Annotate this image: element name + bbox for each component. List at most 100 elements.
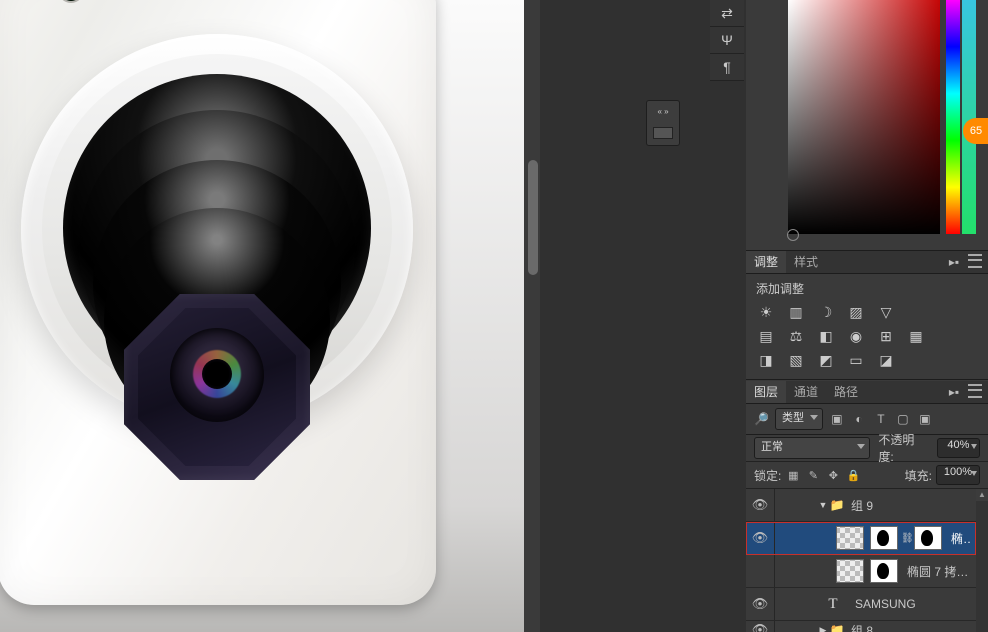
folder-toggle-icon[interactable]: ▼ <box>817 500 829 510</box>
tab-styles[interactable]: 样式 <box>786 251 826 273</box>
type-layer-icon: T <box>820 593 846 615</box>
saturation-value-field[interactable] <box>788 0 940 234</box>
blend-mode-value: 正常 <box>761 441 783 453</box>
tab-paths[interactable]: 路径 <box>826 381 866 403</box>
layer-thumb[interactable] <box>836 559 864 583</box>
selective-color-icon[interactable]: ◪ <box>876 351 896 369</box>
panel-menu-icon[interactable] <box>968 254 982 268</box>
blend-row: 正常 不透明度: 40% <box>746 435 988 462</box>
camera-body-shape: SAMSUNG <box>0 0 436 605</box>
lock-position-icon[interactable]: ✥ <box>825 467 841 483</box>
eye-icon[interactable]: 👁 <box>746 522 775 554</box>
collapse-icon[interactable]: ▸▪ <box>946 384 962 400</box>
lock-all-icon[interactable]: 🔒 <box>845 467 861 483</box>
paragraph-icon[interactable]: ¶ <box>710 54 744 81</box>
lock-transparency-icon[interactable]: ▦ <box>785 467 801 483</box>
opacity-field[interactable]: 40% <box>937 438 980 458</box>
fill-label: 填充: <box>905 467 932 484</box>
collapsed-panel-toggle[interactable]: « » <box>646 100 680 146</box>
caret-down-icon <box>971 471 977 476</box>
collapse-icon[interactable]: ▸▪ <box>946 254 962 270</box>
folder-icon: 📁 <box>829 497 845 513</box>
layer-thumb[interactable] <box>836 526 864 550</box>
gradient-map-icon[interactable]: ▭ <box>846 351 866 369</box>
usb-icon[interactable]: Ψ <box>710 27 744 54</box>
filter-type-icon[interactable]: T <box>873 411 889 427</box>
threshold-icon[interactable]: ◩ <box>816 351 836 369</box>
collapse-arrows-icon: « » <box>657 107 668 116</box>
adjust-icon-grid: ☀ ▥ ☽ ▨ ▽ ▤ ⚖ ◧ ◉ ⊞ ▦ ◨ <box>746 301 988 380</box>
eye-icon[interactable]: 👁 <box>746 621 775 632</box>
vertical-tool-strip: ⇄ Ψ ¶ <box>710 0 744 81</box>
collapsed-dock-strip: « » ⇄ Ψ ¶ <box>540 0 746 632</box>
eye-icon[interactable]: 👁 <box>746 489 775 521</box>
lock-pixels-icon[interactable]: ✎ <box>805 467 821 483</box>
caret-down-icon <box>971 444 977 449</box>
invert-icon[interactable]: ◨ <box>756 351 776 369</box>
eye-icon[interactable]: 👁 <box>746 588 775 620</box>
color-picker-panel: 65 <box>746 0 988 251</box>
layer-row-samsung[interactable]: 👁 T SAMSUNG <box>746 588 976 621</box>
brightness-icon[interactable]: ☀ <box>756 303 776 321</box>
brand-text: SAMSUNG <box>109 0 228 4</box>
sv-picker-handle[interactable] <box>787 229 799 241</box>
filter-pixel-icon[interactable]: ▣ <box>829 411 845 427</box>
mask-link-icon[interactable]: ⛓ <box>901 533 911 544</box>
search-icon[interactable]: 🔎 <box>754 412 769 426</box>
layer-list-wrap: 👁 ▼ 📁 组 9 👁 ⛓ 椭圆 7 ... <box>746 489 988 632</box>
tab-adjust[interactable]: 调整 <box>746 251 786 273</box>
layer-mask-thumb[interactable] <box>870 559 898 583</box>
scroll-up-icon[interactable]: ▲ <box>976 489 988 501</box>
tab-layers[interactable]: 图层 <box>746 381 786 403</box>
vibrance-icon[interactable]: ▽ <box>876 303 896 321</box>
layer-row-group9[interactable]: 👁 ▼ 📁 组 9 <box>746 489 976 522</box>
bw-icon[interactable]: ◧ <box>816 327 836 345</box>
layer-row-ellipse7copy2[interactable]: 椭圆 7 拷贝 2 <box>746 555 976 588</box>
channel-mixer-icon[interactable]: ⊞ <box>876 327 896 345</box>
canvas-scroll-thumb[interactable] <box>528 160 538 275</box>
posterize-icon[interactable]: ▧ <box>786 351 806 369</box>
canvas-scrollbar[interactable] <box>524 0 540 632</box>
value-badge: 65 <box>963 118 988 144</box>
layer-mask-thumb-2[interactable] <box>914 526 942 550</box>
photo-filter-icon[interactable]: ◉ <box>846 327 866 345</box>
filter-type-select[interactable]: 类型 <box>775 408 823 430</box>
panel-menu-icon[interactable] <box>968 384 982 398</box>
hue-slider[interactable] <box>946 0 960 234</box>
fill-value: 100% <box>944 466 972 478</box>
canvas-area[interactable]: SAMSUNG <box>0 0 540 632</box>
panel-stack: 65 调整 样式 ▸▪ 添加调整 ☀ ▥ ☽ <box>746 0 988 632</box>
color-balance-icon[interactable]: ⚖ <box>786 327 806 345</box>
fill-field[interactable]: 100% <box>936 465 980 485</box>
tab-channels[interactable]: 通道 <box>786 381 826 403</box>
layer-scrollbar[interactable]: ▲ ▼ <box>976 489 988 632</box>
filter-smart-icon[interactable]: ▣ <box>917 411 933 427</box>
filter-adjust-icon[interactable]: ◐ <box>851 411 867 427</box>
eye-icon-off[interactable] <box>746 555 775 587</box>
adjust-tabs: 调整 样式 ▸▪ <box>746 251 988 274</box>
folder-toggle-icon[interactable]: ▶ <box>817 625 829 632</box>
layer-row-ellipse7[interactable]: 👁 ⛓ 椭圆 7 ... <box>746 522 976 555</box>
layer-name[interactable]: SAMSUNG <box>849 597 972 611</box>
filter-type-label: 类型 <box>782 412 804 424</box>
layer-name[interactable]: 椭圆 7 ... <box>945 530 972 547</box>
layer-name[interactable]: 组 9 <box>845 497 972 514</box>
curves-icon[interactable]: ☽ <box>816 303 836 321</box>
secondary-slider[interactable] <box>962 0 976 234</box>
layer-name[interactable]: 组 8 <box>845 622 972 632</box>
layer-name[interactable]: 椭圆 7 拷贝 2 <box>901 563 972 580</box>
opacity-value: 40% <box>947 439 969 451</box>
layer-mask-thumb-1[interactable] <box>870 526 898 550</box>
lock-label: 锁定: <box>754 467 781 484</box>
hue-sat-icon[interactable]: ▤ <box>756 327 776 345</box>
swap-arrows-icon[interactable]: ⇄ <box>710 0 744 27</box>
lens-aperture-core <box>202 359 232 389</box>
exposure-icon[interactable]: ▨ <box>846 303 866 321</box>
layer-list[interactable]: 👁 ▼ 📁 组 9 👁 ⛓ 椭圆 7 ... <box>746 489 976 632</box>
filter-shape-icon[interactable]: ▢ <box>895 411 911 427</box>
layer-row-group8[interactable]: 👁 ▶ 📁 组 8 <box>746 621 976 632</box>
blend-mode-select[interactable]: 正常 <box>754 437 870 459</box>
levels-icon[interactable]: ▥ <box>786 303 806 321</box>
adjust-title: 添加调整 <box>746 274 988 301</box>
lut-icon[interactable]: ▦ <box>906 327 926 345</box>
